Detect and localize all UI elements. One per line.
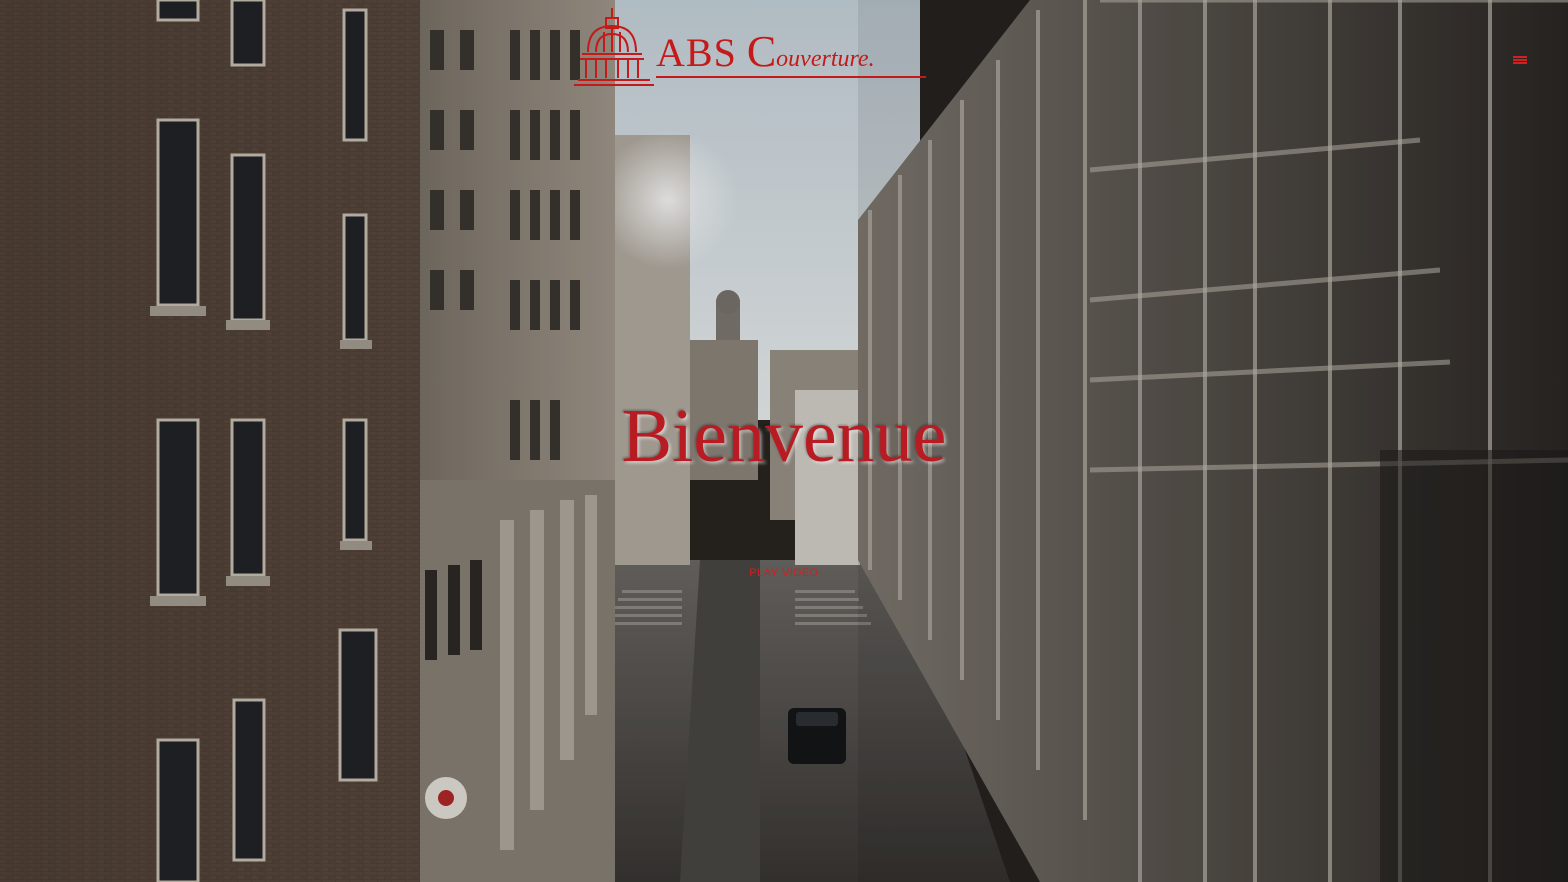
capitol-dome-icon: [574, 8, 654, 86]
logo-c-initial: C: [746, 27, 777, 76]
logo-rest-text: ouverture.: [776, 46, 875, 72]
logo-underline: [656, 76, 926, 78]
logo-abs-text: ABS: [656, 30, 737, 75]
menu-button[interactable]: [1508, 50, 1532, 70]
logo-wordmark: ABS Couverture.: [656, 30, 875, 74]
site-logo[interactable]: ABS Couverture.: [572, 6, 932, 102]
hero-title: Bienvenue: [621, 394, 947, 478]
hamburger-menu-icon: [1513, 56, 1527, 64]
hero-section: ABS Couverture. Bienvenue PLAY VIDEO: [0, 0, 1568, 882]
play-video-link[interactable]: PLAY VIDEO: [0, 567, 1568, 579]
